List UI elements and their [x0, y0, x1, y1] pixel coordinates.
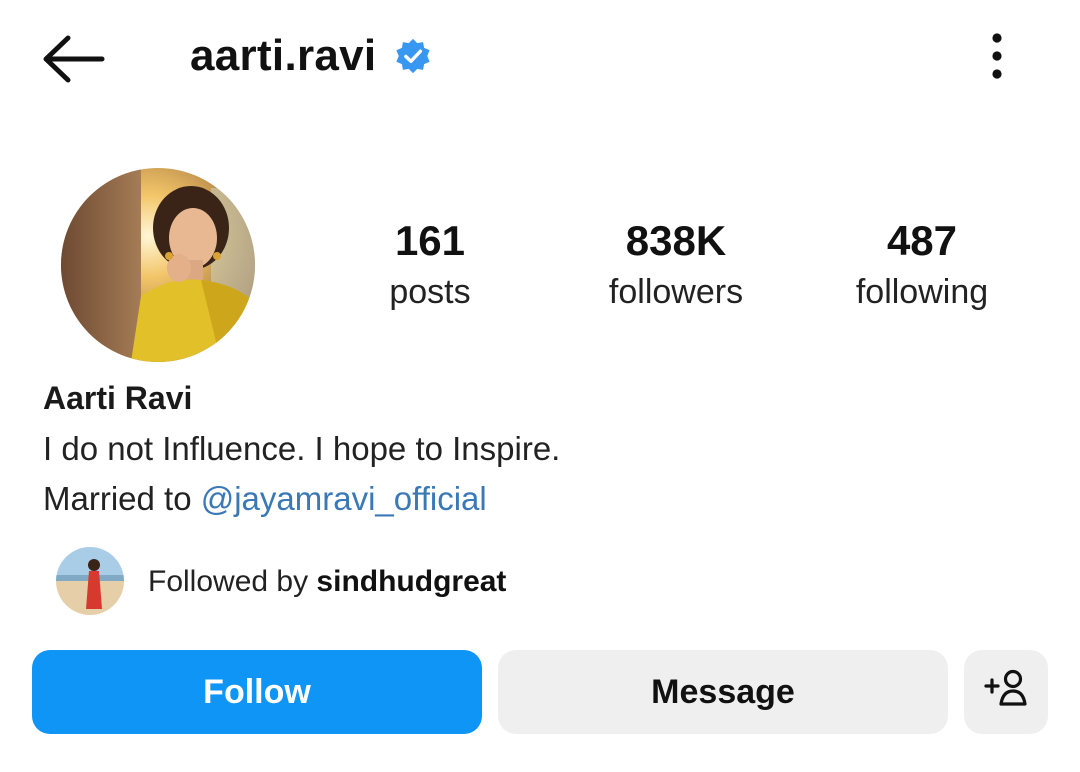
following-label: following	[855, 273, 989, 311]
followed-by-username[interactable]: sindhudgreat	[316, 565, 506, 598]
bio-line-2-prefix: Married to	[43, 480, 201, 517]
message-button[interactable]: Message	[498, 650, 948, 734]
add-user-icon	[982, 666, 1030, 719]
followed-by-text: Followed by sindhudgreat	[148, 565, 506, 599]
mutual-follower-avatar[interactable]	[56, 547, 124, 615]
following-count: 487	[886, 217, 958, 264]
posts-count: 161	[394, 217, 466, 264]
followed-by-prefix: Followed by	[148, 565, 317, 598]
username-header: aarti.ravi	[190, 26, 432, 86]
bio-mention-link[interactable]: @jayamravi_official	[201, 480, 487, 517]
posts-label: posts	[389, 273, 471, 311]
username-title: aarti.ravi	[190, 31, 377, 80]
back-arrow-icon[interactable]	[38, 28, 108, 88]
stat-followers[interactable]: 838K followers	[576, 214, 776, 314]
followers-count: 838K	[625, 217, 727, 264]
avatar[interactable]	[61, 168, 255, 362]
profile-full-name: Aarti Ravi	[43, 380, 193, 416]
more-options-icon[interactable]	[974, 28, 1020, 84]
stat-posts[interactable]: 161 posts	[330, 214, 530, 314]
follow-button[interactable]: Follow	[32, 650, 482, 734]
top-bar: aarti.ravi	[0, 0, 1080, 115]
followers-label: followers	[608, 273, 744, 311]
suggest-user-button[interactable]	[964, 650, 1048, 734]
stat-following[interactable]: 487 following	[822, 214, 1022, 314]
bio-line-2: Married to @jayamravi_official	[43, 480, 487, 518]
bio-line-1: I do not Influence. I hope to Inspire.	[43, 430, 561, 467]
profile-page: aarti.ravi 161 posts 838K followers 487 …	[0, 0, 1080, 772]
verified-badge-icon	[394, 37, 432, 75]
